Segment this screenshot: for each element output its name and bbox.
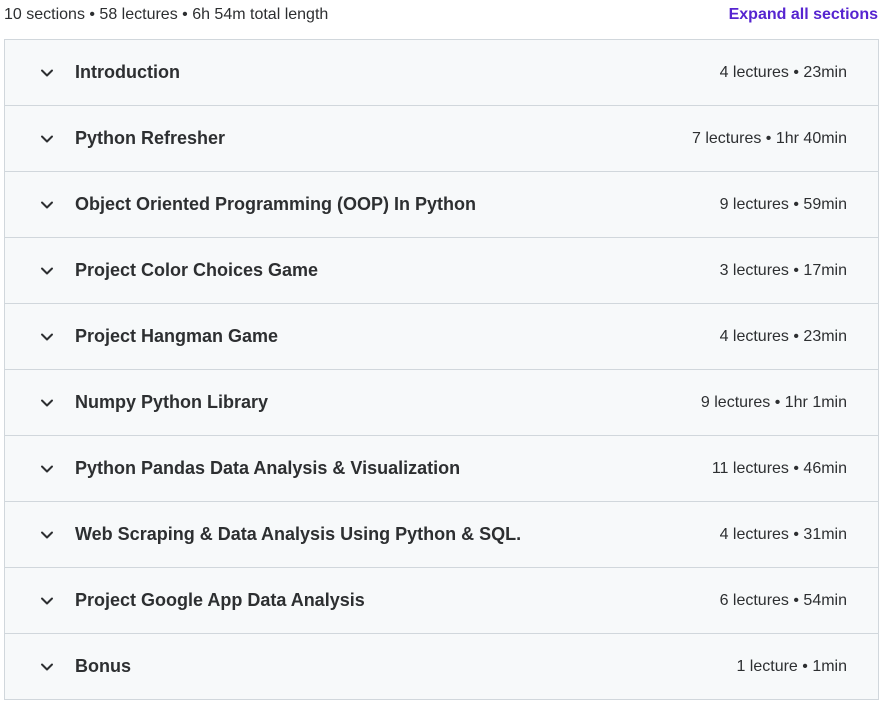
section-meta: 4 lectures • 31min xyxy=(719,525,847,543)
section-title: Numpy Python Library xyxy=(75,392,269,412)
section-introduction[interactable]: Introduction 4 lectures • 23min xyxy=(5,40,878,106)
course-summary: 10 sections • 58 lectures • 6h 54m total… xyxy=(4,6,329,23)
section-title: Object Oriented Programming (OOP) In Pyt… xyxy=(75,194,477,214)
section-title: Python Pandas Data Analysis & Visualizat… xyxy=(75,458,461,478)
section-color-choices-game[interactable]: Project Color Choices Game 3 lectures • … xyxy=(5,238,878,304)
chevron-down-icon xyxy=(40,462,54,476)
chevron-down-icon xyxy=(40,660,54,674)
section-oop-in-python[interactable]: Object Oriented Programming (OOP) In Pyt… xyxy=(5,172,878,238)
chevron-down-icon xyxy=(40,594,54,608)
chevron-down-icon xyxy=(40,198,54,212)
section-title: Introduction xyxy=(75,62,180,82)
expand-all-sections-button[interactable]: Expand all sections xyxy=(729,6,878,24)
chevron-down-icon xyxy=(40,528,54,542)
chevron-down-icon xyxy=(40,66,54,80)
section-meta: 1 lecture • 1min xyxy=(736,657,847,675)
section-title: Bonus xyxy=(75,656,131,676)
section-google-app-analysis[interactable]: Project Google App Data Analysis 6 lectu… xyxy=(5,568,878,634)
section-title: Project Hangman Game xyxy=(75,326,279,346)
section-title: Web Scraping & Data Analysis Using Pytho… xyxy=(75,524,522,544)
section-web-scraping[interactable]: Web Scraping & Data Analysis Using Pytho… xyxy=(5,502,878,568)
section-meta: 4 lectures • 23min xyxy=(719,327,847,345)
section-bonus[interactable]: Bonus 1 lecture • 1min xyxy=(5,634,878,700)
section-meta: 11 lectures • 46min xyxy=(711,459,847,477)
section-meta: 9 lectures • 1hr 1min xyxy=(700,393,847,411)
chevron-down-icon xyxy=(40,330,54,344)
section-meta: 6 lectures • 54min xyxy=(719,591,847,609)
section-meta: 9 lectures • 59min xyxy=(719,195,847,213)
section-meta: 4 lectures • 23min xyxy=(719,63,847,81)
chevron-down-icon xyxy=(40,396,54,410)
section-title: Python Refresher xyxy=(75,128,226,148)
chevron-down-icon xyxy=(40,264,54,278)
section-meta: 7 lectures • 1hr 40min xyxy=(691,129,847,147)
curriculum-header: 10 sections • 58 lectures • 6h 54m total… xyxy=(0,0,884,30)
section-list: Introduction 4 lectures • 23min Python R… xyxy=(4,39,879,700)
section-title: Project Color Choices Game xyxy=(75,260,319,280)
section-title: Project Google App Data Analysis xyxy=(75,590,365,610)
section-numpy-library[interactable]: Numpy Python Library 9 lectures • 1hr 1m… xyxy=(5,370,878,436)
section-python-refresher[interactable]: Python Refresher 7 lectures • 1hr 40min xyxy=(5,106,878,172)
chevron-down-icon xyxy=(40,132,54,146)
section-pandas-analysis[interactable]: Python Pandas Data Analysis & Visualizat… xyxy=(5,436,878,502)
section-hangman-game[interactable]: Project Hangman Game 4 lectures • 23min xyxy=(5,304,878,370)
section-meta: 3 lectures • 17min xyxy=(719,261,847,279)
